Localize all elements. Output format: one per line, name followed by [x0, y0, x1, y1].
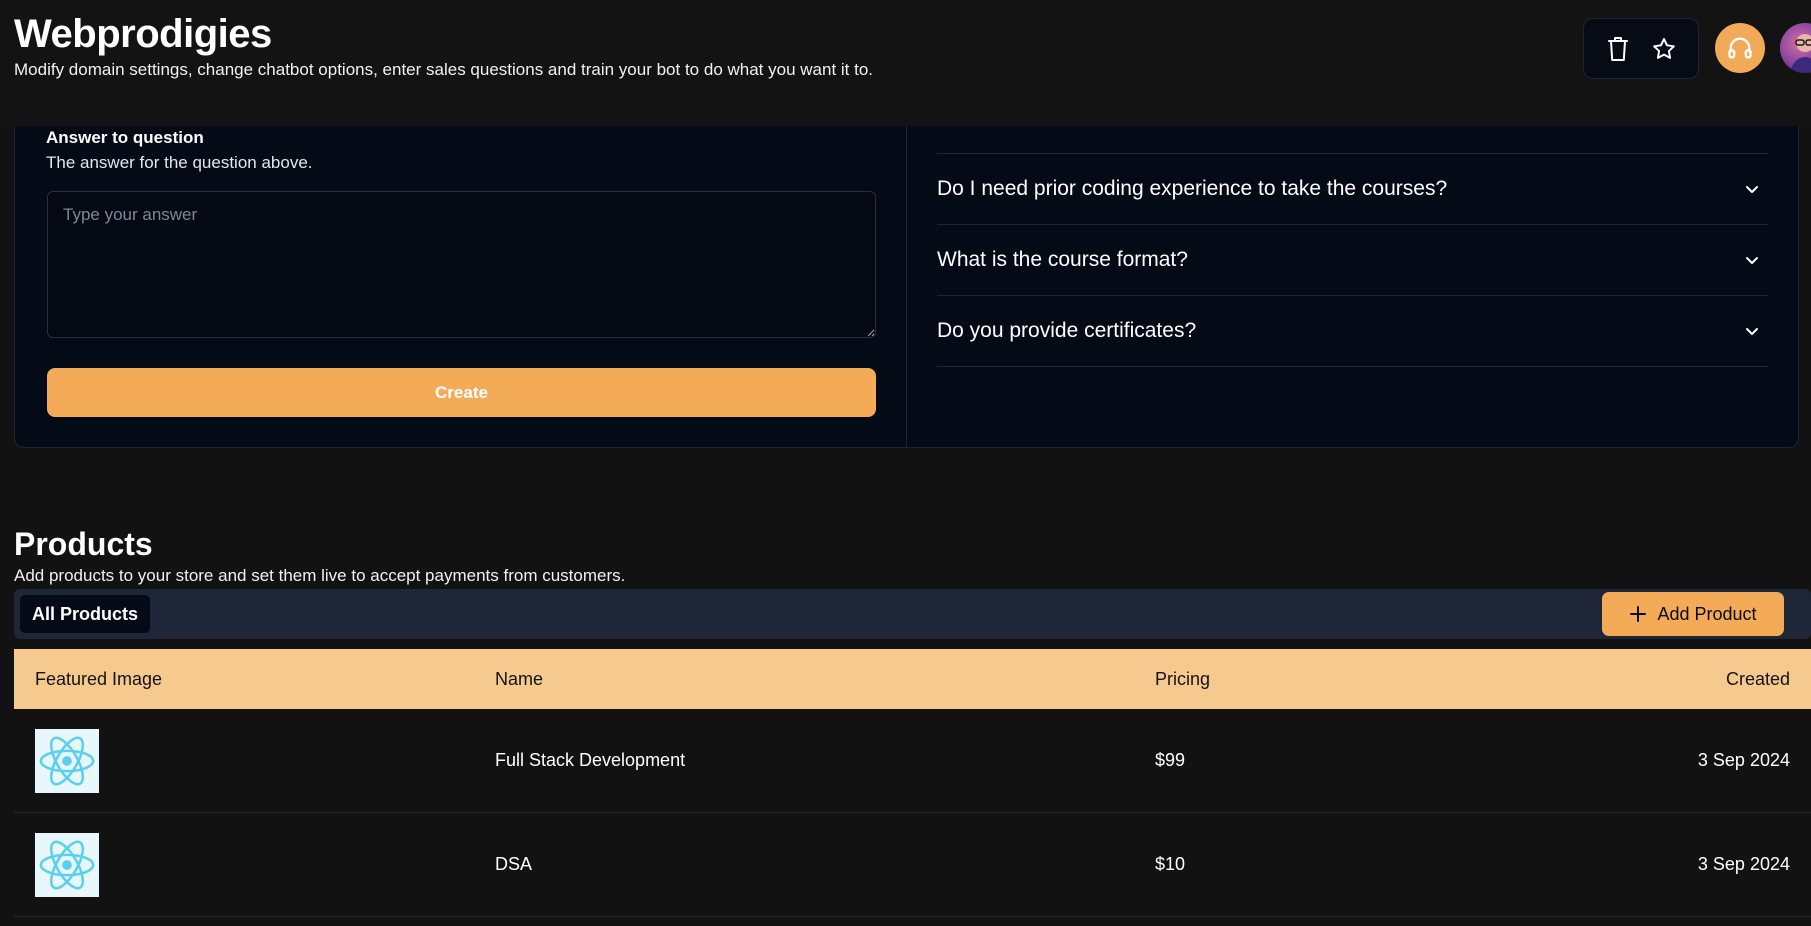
faq-question: Do you provide certificates? [937, 319, 1197, 342]
product-price: $99 [1155, 750, 1186, 770]
col-created: Created [1725, 668, 1790, 689]
products-tabs: All Products Add Product [14, 589, 1811, 639]
add-product-button[interactable]: Add Product [1602, 592, 1784, 636]
product-image-cell [14, 728, 495, 793]
product-name: Full Stack Development [495, 750, 686, 770]
product-created: 3 Sep 2024 [1697, 854, 1790, 874]
product-image-cell [14, 832, 495, 897]
faq-item[interactable]: What is the course format? [937, 225, 1768, 296]
products-title: Products [14, 526, 153, 562]
faq-list: Do I need prior coding experience to tak… [937, 126, 1768, 447]
answer-label: Answer to question [46, 128, 204, 147]
col-featured-image: Featured Image [35, 668, 163, 689]
col-pricing: Pricing [1155, 668, 1211, 689]
faq-question: Do I need prior coding experience to tak… [937, 177, 1448, 200]
products-table: Featured Image Name Pricing Created Full… [14, 649, 1811, 917]
page-subtitle: Modify domain settings, change chatbot o… [14, 60, 874, 79]
col-name: Name [495, 668, 544, 689]
avatar[interactable] [1780, 23, 1811, 73]
page: Webprodigies Modify domain settings, cha… [0, 0, 1811, 926]
table-row[interactable]: DSA $10 3 Sep 2024 [14, 813, 1811, 917]
faq-question: What is the course format? [937, 248, 1188, 271]
create-button[interactable]: Create [47, 368, 876, 417]
tab-all-products[interactable]: All Products [20, 595, 150, 633]
star-icon[interactable] [1651, 36, 1677, 62]
add-product-label: Add Product [1657, 603, 1757, 624]
product-price: $10 [1155, 854, 1186, 874]
faq-card: Answer to question The answer for the qu… [14, 126, 1799, 448]
header-actions [1583, 18, 1699, 79]
faq-item[interactable]: Do I need prior coding experience to tak… [937, 154, 1768, 225]
answer-description: The answer for the question above. [46, 153, 313, 172]
product-created: 3 Sep 2024 [1697, 750, 1790, 770]
headphones-icon[interactable] [1715, 23, 1765, 73]
page-title: Webprodigies [14, 12, 272, 56]
table-header: Featured Image Name Pricing Created [14, 649, 1811, 709]
react-atom-icon [35, 728, 99, 793]
table-row[interactable]: Full Stack Development $99 3 Sep 2024 [14, 709, 1811, 813]
chevron-down-icon[interactable] [1742, 250, 1762, 270]
faq-item[interactable]: Do you provide certificates? [937, 296, 1768, 367]
product-name: DSA [495, 854, 533, 874]
plus-icon [1630, 606, 1647, 622]
products-description: Add products to your store and set them … [14, 566, 626, 585]
page-header: Webprodigies Modify domain settings, cha… [0, 0, 1811, 126]
chevron-down-icon[interactable] [1742, 179, 1762, 199]
answer-textarea[interactable] [47, 191, 876, 338]
chevron-down-icon[interactable] [1742, 321, 1762, 341]
faq-form: Answer to question The answer for the qu… [15, 126, 907, 447]
react-atom-icon [35, 832, 99, 897]
trash-icon[interactable] [1605, 36, 1631, 62]
